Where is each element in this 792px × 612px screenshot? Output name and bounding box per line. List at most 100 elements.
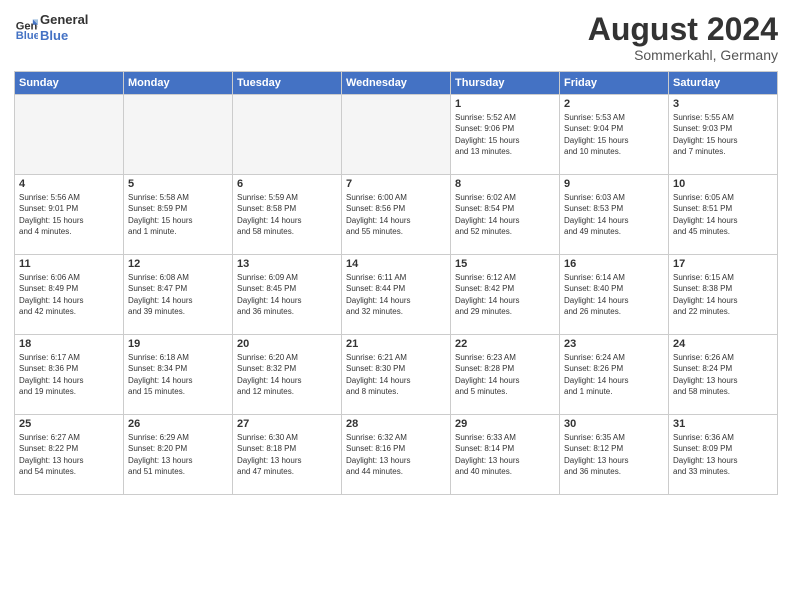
day-number: 6 (237, 178, 337, 190)
day-info: Sunrise: 5:53 AM Sunset: 9:04 PM Dayligh… (564, 112, 664, 157)
calendar-cell-2-5: 16 Sunrise: 6:14 AM Sunset: 8:40 PM Dayli… (560, 255, 669, 335)
day-info: Sunrise: 6:27 AM Sunset: 8:22 PM Dayligh… (19, 432, 119, 477)
day-number: 8 (455, 178, 555, 190)
calendar-cell-1-2: 6 Sunrise: 5:59 AM Sunset: 8:58 PM Daylig… (233, 175, 342, 255)
calendar-cell-0-1 (124, 95, 233, 175)
day-info: Sunrise: 6:35 AM Sunset: 8:12 PM Dayligh… (564, 432, 664, 477)
day-info: Sunrise: 6:32 AM Sunset: 8:16 PM Dayligh… (346, 432, 446, 477)
day-info: Sunrise: 6:17 AM Sunset: 8:36 PM Dayligh… (19, 352, 119, 397)
calendar-cell-3-3: 21 Sunrise: 6:21 AM Sunset: 8:30 PM Dayli… (342, 335, 451, 415)
day-number: 23 (564, 338, 664, 350)
day-number: 20 (237, 338, 337, 350)
calendar-cell-2-1: 12 Sunrise: 6:08 AM Sunset: 8:47 PM Dayli… (124, 255, 233, 335)
day-info: Sunrise: 6:30 AM Sunset: 8:18 PM Dayligh… (237, 432, 337, 477)
calendar-cell-4-1: 26 Sunrise: 6:29 AM Sunset: 8:20 PM Dayli… (124, 415, 233, 495)
calendar-cell-3-6: 24Sunrise: 6:26 AM Sunset: 8:24 PM Dayli… (669, 335, 778, 415)
day-number: 4 (19, 178, 119, 190)
calendar-cell-4-4: 29 Sunrise: 6:33 AM Sunset: 8:14 PM Dayli… (451, 415, 560, 495)
day-info: Sunrise: 6:18 AM Sunset: 8:34 PM Dayligh… (128, 352, 228, 397)
day-info: Sunrise: 5:59 AM Sunset: 8:58 PM Dayligh… (237, 192, 337, 237)
calendar-cell-0-0 (15, 95, 124, 175)
day-header-wednesday: Wednesday (342, 72, 451, 95)
day-number: 7 (346, 178, 446, 190)
day-number: 16 (564, 258, 664, 270)
logo-text-blue: Blue (40, 28, 88, 44)
day-number: 15 (455, 258, 555, 270)
calendar-cell-1-0: 4 Sunrise: 5:56 AM Sunset: 9:01 PM Daylig… (15, 175, 124, 255)
calendar-cell-2-6: 17Sunrise: 6:15 AM Sunset: 8:38 PM Dayli… (669, 255, 778, 335)
day-info: Sunrise: 6:00 AM Sunset: 8:56 PM Dayligh… (346, 192, 446, 237)
day-header-saturday: Saturday (669, 72, 778, 95)
day-number: 19 (128, 338, 228, 350)
day-number: 11 (19, 258, 119, 270)
calendar-cell-1-1: 5 Sunrise: 5:58 AM Sunset: 8:59 PM Daylig… (124, 175, 233, 255)
day-info: Sunrise: 6:06 AM Sunset: 8:49 PM Dayligh… (19, 272, 119, 317)
calendar-cell-1-6: 10 Sunrise: 6:05 AM Sunset: 8:51 PM Dayli… (669, 175, 778, 255)
day-info: Sunrise: 6:21 AM Sunset: 8:30 PM Dayligh… (346, 352, 446, 397)
calendar-cell-3-2: 20 Sunrise: 6:20 AM Sunset: 8:32 PM Dayli… (233, 335, 342, 415)
day-number: 21 (346, 338, 446, 350)
calendar-cell-4-6: 31 Sunrise: 6:36 AM Sunset: 8:09 PM Dayli… (669, 415, 778, 495)
day-number: 3 (673, 98, 773, 110)
calendar-week-4: 25Sunrise: 6:27 AM Sunset: 8:22 PM Dayli… (15, 415, 778, 495)
day-number: 10 (673, 178, 773, 190)
day-number: 5 (128, 178, 228, 190)
calendar-week-3: 18 Sunrise: 6:17 AM Sunset: 8:36 PM Dayli… (15, 335, 778, 415)
day-number: 29 (455, 418, 555, 430)
day-number: 12 (128, 258, 228, 270)
day-number: 31 (673, 418, 773, 430)
calendar-week-0: 1Sunrise: 5:52 AM Sunset: 9:06 PM Daylig… (15, 95, 778, 175)
day-info: Sunrise: 6:09 AM Sunset: 8:45 PM Dayligh… (237, 272, 337, 317)
day-info: Sunrise: 6:20 AM Sunset: 8:32 PM Dayligh… (237, 352, 337, 397)
calendar-cell-0-2 (233, 95, 342, 175)
day-number: 13 (237, 258, 337, 270)
calendar-cell-0-6: 3 Sunrise: 5:55 AM Sunset: 9:03 PM Daylig… (669, 95, 778, 175)
calendar-cell-4-2: 27 Sunrise: 6:30 AM Sunset: 8:18 PM Dayli… (233, 415, 342, 495)
calendar-cell-1-4: 8 Sunrise: 6:02 AM Sunset: 8:54 PM Daylig… (451, 175, 560, 255)
calendar-cell-4-3: 28 Sunrise: 6:32 AM Sunset: 8:16 PM Dayli… (342, 415, 451, 495)
calendar-cell-3-4: 22Sunrise: 6:23 AM Sunset: 8:28 PM Dayli… (451, 335, 560, 415)
calendar-cell-2-4: 15 Sunrise: 6:12 AM Sunset: 8:42 PM Dayli… (451, 255, 560, 335)
calendar-table: SundayMondayTuesdayWednesdayThursdayFrid… (14, 71, 778, 495)
day-info: Sunrise: 5:58 AM Sunset: 8:59 PM Dayligh… (128, 192, 228, 237)
day-info: Sunrise: 6:05 AM Sunset: 8:51 PM Dayligh… (673, 192, 773, 237)
day-info: Sunrise: 6:02 AM Sunset: 8:54 PM Dayligh… (455, 192, 555, 237)
day-info: Sunrise: 5:56 AM Sunset: 9:01 PM Dayligh… (19, 192, 119, 237)
day-info: Sunrise: 6:36 AM Sunset: 8:09 PM Dayligh… (673, 432, 773, 477)
logo-icon: General Blue (14, 16, 38, 40)
page-container: General Blue General Blue August 2024 So… (0, 0, 792, 503)
logo: General Blue General Blue (14, 12, 88, 43)
calendar-cell-2-3: 14Sunrise: 6:11 AM Sunset: 8:44 PM Dayli… (342, 255, 451, 335)
day-number: 18 (19, 338, 119, 350)
day-info: Sunrise: 6:03 AM Sunset: 8:53 PM Dayligh… (564, 192, 664, 237)
day-header-sunday: Sunday (15, 72, 124, 95)
day-info: Sunrise: 6:14 AM Sunset: 8:40 PM Dayligh… (564, 272, 664, 317)
day-number: 22 (455, 338, 555, 350)
day-header-friday: Friday (560, 72, 669, 95)
day-number: 28 (346, 418, 446, 430)
calendar-header-row: SundayMondayTuesdayWednesdayThursdayFrid… (15, 72, 778, 95)
day-info: Sunrise: 6:11 AM Sunset: 8:44 PM Dayligh… (346, 272, 446, 317)
month-title: August 2024 (588, 12, 778, 47)
day-info: Sunrise: 6:08 AM Sunset: 8:47 PM Dayligh… (128, 272, 228, 317)
day-number: 1 (455, 98, 555, 110)
logo-text-general: General (40, 12, 88, 28)
day-number: 9 (564, 178, 664, 190)
calendar-cell-3-0: 18 Sunrise: 6:17 AM Sunset: 8:36 PM Dayli… (15, 335, 124, 415)
day-info: Sunrise: 6:29 AM Sunset: 8:20 PM Dayligh… (128, 432, 228, 477)
day-header-thursday: Thursday (451, 72, 560, 95)
calendar-week-1: 4 Sunrise: 5:56 AM Sunset: 9:01 PM Daylig… (15, 175, 778, 255)
day-number: 17 (673, 258, 773, 270)
day-number: 26 (128, 418, 228, 430)
title-block: August 2024 Sommerkahl, Germany (588, 12, 778, 63)
day-info: Sunrise: 5:55 AM Sunset: 9:03 PM Dayligh… (673, 112, 773, 157)
calendar-cell-0-5: 2Sunrise: 5:53 AM Sunset: 9:04 PM Daylig… (560, 95, 669, 175)
svg-text:Blue: Blue (16, 30, 38, 40)
day-number: 24 (673, 338, 773, 350)
day-info: Sunrise: 6:12 AM Sunset: 8:42 PM Dayligh… (455, 272, 555, 317)
day-info: Sunrise: 6:33 AM Sunset: 8:14 PM Dayligh… (455, 432, 555, 477)
calendar-cell-0-3 (342, 95, 451, 175)
day-info: Sunrise: 6:24 AM Sunset: 8:26 PM Dayligh… (564, 352, 664, 397)
calendar-cell-1-3: 7 Sunrise: 6:00 AM Sunset: 8:56 PM Daylig… (342, 175, 451, 255)
day-number: 27 (237, 418, 337, 430)
